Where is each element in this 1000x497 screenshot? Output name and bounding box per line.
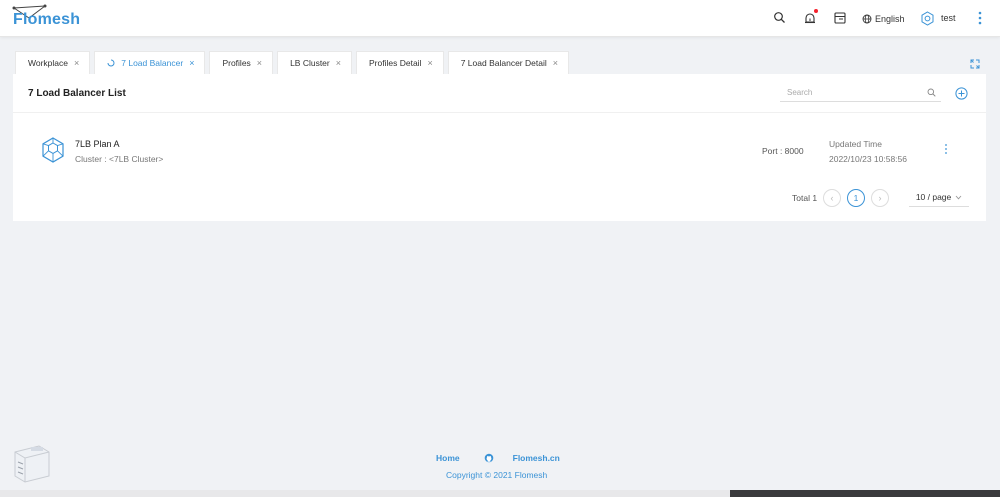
globe-icon (862, 14, 872, 23)
language-label: English (875, 13, 905, 24)
search-input[interactable] (780, 88, 920, 97)
logo-text: Flomesh (13, 11, 81, 28)
bottom-taskbar-strip (0, 490, 1000, 497)
list-item[interactable]: 7LB Plan A Cluster : <7LB Cluster> Port … (13, 126, 986, 176)
page-size-value: 10 / page (915, 192, 952, 202)
divider (13, 112, 986, 113)
updated-time-label: Updated Time (829, 139, 882, 149)
close-icon[interactable]: × (336, 58, 341, 68)
taskbar-dark-segment (730, 490, 1000, 497)
footer-site-link[interactable]: Flomesh.cn (513, 453, 560, 463)
more-vertical-icon[interactable] (944, 143, 948, 155)
more-vertical-icon[interactable] (976, 10, 984, 26)
tab-7-load-balancer-detail[interactable]: 7 Load Balancer Detail × (447, 51, 569, 74)
tab-label: Profiles Detail (369, 58, 422, 68)
close-icon[interactable]: × (189, 58, 194, 68)
load-balancer-list-card: 7 Load Balancer List 7LB Plan A Cluster … (13, 74, 986, 221)
updated-time-value: 2022/10/23 10:58:56 (829, 154, 907, 164)
next-page-button[interactable]: › (871, 188, 890, 207)
item-name[interactable]: 7LB Plan A (75, 139, 120, 149)
dashboard-icon[interactable] (833, 11, 847, 25)
tab-label: Profiles (222, 58, 251, 68)
close-icon[interactable]: × (427, 58, 432, 68)
tab-label: 7 Load Balancer Detail (460, 58, 547, 68)
tab-7-load-balancer[interactable]: 7 Load Balancer × (94, 51, 206, 74)
footer-home-link[interactable]: Home (436, 453, 460, 463)
page-number-button[interactable]: 1 (847, 188, 866, 207)
tab-profiles-detail[interactable]: Profiles Detail × (356, 51, 444, 74)
pagination: Total 1 ‹ 1 › 10 / page (792, 188, 970, 207)
user-menu[interactable]: test (920, 10, 956, 26)
username: test (941, 13, 956, 23)
notification-dot (814, 9, 818, 13)
tab-label: Workplace (28, 58, 68, 68)
loading-icon (107, 59, 115, 67)
alarm-bell-icon[interactable] (803, 9, 818, 25)
tab-label: LB Cluster (290, 58, 330, 68)
item-port: Port : 8000 (762, 146, 804, 156)
search-icon[interactable] (927, 88, 936, 97)
language-selector[interactable]: English (862, 12, 905, 25)
page-size-select[interactable]: 10 / page (909, 189, 970, 207)
footer-links: Home Flomesh.cn (436, 452, 566, 464)
page-tabs: Workplace × 7 Load Balancer × Profiles ×… (15, 51, 569, 74)
search-icon[interactable] (773, 11, 787, 25)
close-icon[interactable]: × (257, 58, 262, 68)
copyright-text: Copyright © 2021 Flomesh (446, 470, 548, 480)
user-avatar-icon (921, 10, 934, 26)
page-title: 7 Load Balancer List (28, 88, 126, 99)
search-box (780, 84, 941, 102)
top-header: Flomesh English test (0, 0, 1000, 37)
fullscreen-icon[interactable] (970, 59, 980, 69)
floating-document-icon[interactable] (9, 442, 54, 484)
tab-lb-cluster[interactable]: LB Cluster × (277, 51, 353, 74)
close-icon[interactable]: × (553, 58, 558, 68)
flomesh-logo[interactable]: Flomesh (11, 4, 80, 32)
prev-page-button[interactable]: ‹ (823, 188, 842, 207)
chevron-down-icon (955, 195, 962, 199)
tab-label: 7 Load Balancer (121, 58, 184, 68)
pagination-total: Total 1 (792, 192, 818, 203)
item-cluster: Cluster : <7LB Cluster> (75, 154, 164, 164)
close-icon[interactable]: × (74, 58, 79, 68)
github-icon[interactable] (484, 453, 494, 463)
load-balancer-hexagon-icon (42, 137, 64, 163)
tab-workplace[interactable]: Workplace × (15, 51, 91, 74)
add-circle-icon[interactable] (955, 87, 968, 100)
tab-profiles[interactable]: Profiles × (209, 51, 274, 74)
